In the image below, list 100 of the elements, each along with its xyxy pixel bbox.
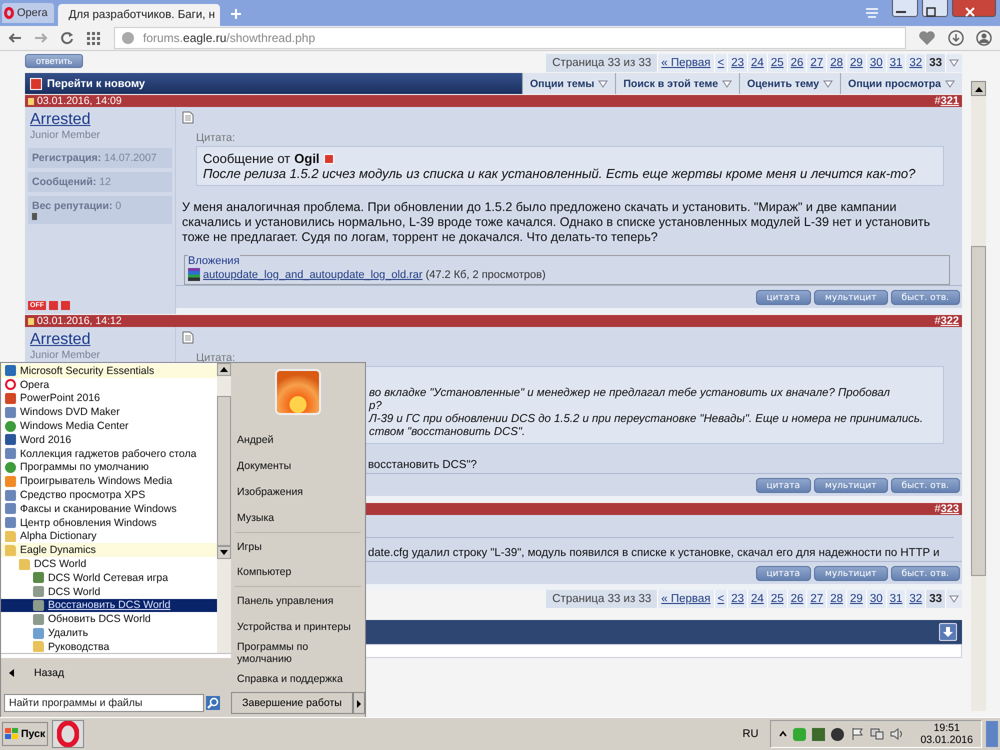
page-link[interactable]: < <box>714 54 728 72</box>
post-number-link[interactable]: 323 <box>940 503 959 515</box>
start-menu-link[interactable]: Устройства и принтеры <box>231 614 365 640</box>
scroll-thumb[interactable] <box>971 246 986 576</box>
program-item[interactable]: Word 2016 <box>1 432 217 447</box>
close-button[interactable] <box>952 0 996 17</box>
taskbar-app-icon[interactable] <box>52 720 84 748</box>
program-item[interactable]: DCS World Сетевая игра <box>1 570 217 585</box>
program-item[interactable]: Windows DVD Maker <box>1 405 217 420</box>
program-item[interactable]: Восстановить DCS World <box>1 598 217 612</box>
page-link[interactable]: 25 <box>766 590 787 608</box>
shutdown-options-button[interactable] <box>353 692 365 714</box>
program-item[interactable]: Факсы и сканирование Windows <box>1 502 217 516</box>
address-field[interactable]: forums.eagle.ru/showthread.php <box>114 27 906 49</box>
page-link[interactable]: 25 <box>766 54 787 72</box>
grid-icon[interactable] <box>86 31 100 45</box>
program-item[interactable]: Проигрыватель Windows Media <box>1 474 217 488</box>
page-link[interactable]: < <box>714 590 728 608</box>
page-link[interactable]: 31 <box>886 54 906 72</box>
tray-icon[interactable] <box>812 728 826 740</box>
start-menu-link[interactable]: Панель управления <box>231 588 365 614</box>
menu-icon[interactable] <box>864 7 880 19</box>
page-link[interactable]: 26 <box>786 54 806 72</box>
program-item[interactable]: Eagle Dynamics <box>1 543 217 558</box>
start-menu-link[interactable]: Изображения <box>231 478 365 505</box>
options-menu[interactable]: Опции темы <box>522 73 616 94</box>
page-link[interactable]: 32 <box>905 590 926 608</box>
page-link[interactable]: 29 <box>846 54 866 72</box>
page-link[interactable]: « Первая <box>657 54 714 72</box>
page-link[interactable]: 23 <box>727 590 748 608</box>
options-menu[interactable]: Оценить тему <box>739 73 840 94</box>
program-item[interactable]: Удалить <box>1 626 217 640</box>
shutdown-button[interactable]: Завершение работы <box>231 692 353 714</box>
page-link[interactable]: 27 <box>806 54 826 72</box>
heart-icon[interactable] <box>918 30 936 46</box>
flag-icon[interactable] <box>850 727 864 741</box>
start-menu-link[interactable]: Андрей <box>231 426 365 453</box>
start-menu-link[interactable]: Музыка <box>231 504 365 531</box>
start-menu-link[interactable]: Программы по умолчанию <box>231 640 365 666</box>
program-item[interactable]: Microsoft Security Essentials <box>1 364 217 378</box>
browser-tab[interactable]: Для разработчиков. Баги, н <box>58 4 220 26</box>
reload-icon[interactable] <box>60 31 74 45</box>
language-indicator[interactable]: RU <box>742 728 758 740</box>
search-field[interactable]: Найти программы и файлы <box>4 694 204 712</box>
go-to-new-link[interactable]: Перейти к новому <box>47 78 146 90</box>
page-link[interactable]: 23 <box>727 54 748 72</box>
download-icon[interactable] <box>948 30 964 46</box>
post-number-link[interactable]: 321 <box>940 95 959 107</box>
dropdown-button[interactable] <box>945 590 962 608</box>
page-link[interactable]: 27 <box>806 590 826 608</box>
page-link[interactable]: 26 <box>786 590 806 608</box>
program-item[interactable]: Windows Media Center <box>1 419 217 433</box>
program-item[interactable]: Alpha Dictionary <box>1 530 217 544</box>
speaker-icon[interactable] <box>890 727 904 741</box>
page-link[interactable]: 24 <box>747 590 767 608</box>
program-item[interactable]: Центр обновления Windows <box>1 516 217 530</box>
scroll-up-icon[interactable] <box>217 363 231 376</box>
page-link[interactable]: 30 <box>866 590 886 608</box>
program-item[interactable]: Руководства <box>1 640 217 653</box>
attachment-link[interactable]: autoupdate_log_and_autoupdate_log_old.rar <box>203 268 423 280</box>
start-menu-link[interactable]: Компьютер <box>231 559 365 586</box>
page-link[interactable]: 31 <box>886 590 906 608</box>
opera-menu-button[interactable]: Opera <box>2 3 54 23</box>
start-button[interactable]: Пуск <box>2 722 48 746</box>
profile-icon[interactable] <box>976 30 992 46</box>
post-number-link[interactable]: 322 <box>940 315 959 327</box>
page-link[interactable]: 24 <box>747 54 767 72</box>
program-item[interactable]: Opera <box>1 378 217 392</box>
page-link[interactable]: 29 <box>846 590 866 608</box>
network-icon[interactable] <box>870 727 884 741</box>
program-item[interactable]: DCS World <box>1 584 217 599</box>
program-item[interactable]: Коллекция гаджетов рабочего стола <box>1 446 217 461</box>
page-link[interactable]: « Первая <box>657 590 714 608</box>
scroll-down-icon[interactable] <box>217 546 231 559</box>
back-button[interactable]: Назад <box>1 658 231 688</box>
start-menu-link[interactable]: Документы <box>231 452 365 479</box>
minimize-button[interactable] <box>892 0 918 17</box>
maximize-button[interactable] <box>922 0 948 17</box>
tray-icon[interactable] <box>831 728 844 740</box>
chevron-icon[interactable] <box>779 730 788 738</box>
program-item[interactable]: DCS World <box>1 557 217 571</box>
scrollbar[interactable] <box>971 81 986 711</box>
program-item[interactable]: Программы по умолчанию <box>1 460 217 474</box>
search-icon[interactable] <box>206 696 220 710</box>
options-menu[interactable]: Поиск в этой теме <box>615 73 740 94</box>
dropdown-button[interactable] <box>945 54 962 72</box>
page-link[interactable]: 32 <box>905 54 926 72</box>
options-menu[interactable]: Опции просмотра <box>840 73 962 94</box>
scroll-up-icon[interactable] <box>971 81 986 96</box>
page-link[interactable]: 28 <box>826 54 846 72</box>
scroll-thumb[interactable] <box>217 396 231 546</box>
program-item[interactable]: PowerPoint 2016 <box>1 392 217 406</box>
username-link[interactable]: Arrested <box>28 331 172 349</box>
scrollbar[interactable] <box>217 363 231 653</box>
program-item[interactable]: Обновить DCS World <box>1 612 217 626</box>
program-item[interactable]: Средство просмотра XPS <box>1 488 217 502</box>
back-icon[interactable] <box>8 32 22 44</box>
view-post-icon[interactable] <box>324 154 334 164</box>
username-link[interactable]: Arrested <box>28 111 172 129</box>
start-menu-link[interactable]: Справка и поддержка <box>231 666 365 692</box>
